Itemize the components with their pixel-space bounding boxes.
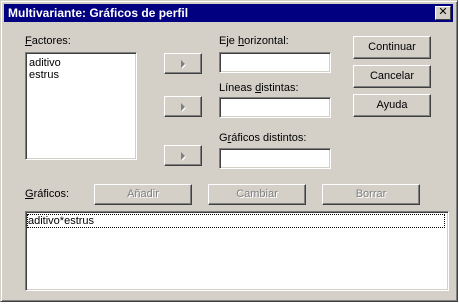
borrar-button-label: Borrar	[355, 188, 387, 200]
ayuda-button[interactable]: Ayuda	[353, 94, 431, 117]
move-to-lineas-distintas-button[interactable]	[164, 96, 202, 117]
move-to-graficos-distintos-button[interactable]	[164, 145, 202, 166]
anadir-button-label: Añadir	[127, 188, 159, 200]
cancelar-button[interactable]: Cancelar	[353, 65, 431, 88]
graficos-distintos-label-pre: G	[219, 132, 228, 144]
graficos-listbox[interactable]: aditivo*estrus	[25, 211, 449, 291]
window-title: Multivariante: Gráficos de perfil	[8, 6, 189, 20]
factor-item-estrus[interactable]: estrus	[29, 69, 59, 81]
graficos-label-rest: ráficos:	[33, 188, 70, 200]
lineas-distintas-label-rest: istintas:	[261, 82, 299, 94]
cambiar-button[interactable]: Cambiar	[208, 184, 306, 205]
right-arrow-icon	[181, 59, 185, 68]
lineas-distintas-label: Líneas distintas:	[219, 82, 299, 94]
factores-label-rest: actores:	[31, 35, 71, 47]
ayuda-button-label: Ayuda	[376, 99, 408, 111]
borrar-button[interactable]: Borrar	[322, 184, 420, 205]
eje-horizontal-field[interactable]	[219, 52, 331, 73]
factores-label-accel: F	[25, 35, 32, 47]
anadir-button[interactable]: Añadir	[94, 184, 192, 205]
lineas-distintas-field[interactable]	[219, 97, 331, 118]
eje-horizontal-label-rest: orizontal:	[244, 35, 289, 47]
eje-horizontal-label-pre: Eje	[219, 35, 238, 47]
continuar-button[interactable]: Continuar	[353, 36, 431, 59]
factores-label: Factores:	[25, 35, 71, 47]
factor-item-aditivo[interactable]: aditivo	[29, 57, 61, 69]
right-arrow-icon	[181, 151, 185, 160]
graficos-label-accel: G	[25, 188, 34, 200]
dialog-window: Multivariante: Gráficos de perfil ✕ Fact…	[0, 0, 458, 302]
move-to-eje-horizontal-button[interactable]	[164, 53, 202, 74]
graficos-distintos-label-rest: áficos distintos:	[231, 132, 307, 144]
cancelar-button-label: Cancelar	[369, 70, 415, 82]
right-arrow-icon	[181, 102, 185, 111]
graficos-distintos-label: Gráficos distintos:	[219, 132, 306, 144]
graficos-label: Gráficos:	[25, 188, 69, 200]
title-bar[interactable]: Multivariante: Gráficos de perfil ✕	[4, 4, 453, 22]
close-button[interactable]: ✕	[435, 6, 451, 20]
eje-horizontal-label: Eje horizontal:	[219, 35, 289, 47]
continuar-button-label: Continuar	[368, 41, 416, 53]
lineas-distintas-label-pre: Líneas	[219, 82, 256, 94]
graficos-distintos-field[interactable]	[219, 148, 331, 169]
grafico-item[interactable]: aditivo*estrus	[27, 214, 445, 228]
factores-listbox[interactable]: aditivo estrus	[25, 52, 137, 160]
cambiar-button-label: Cambiar	[236, 188, 278, 200]
